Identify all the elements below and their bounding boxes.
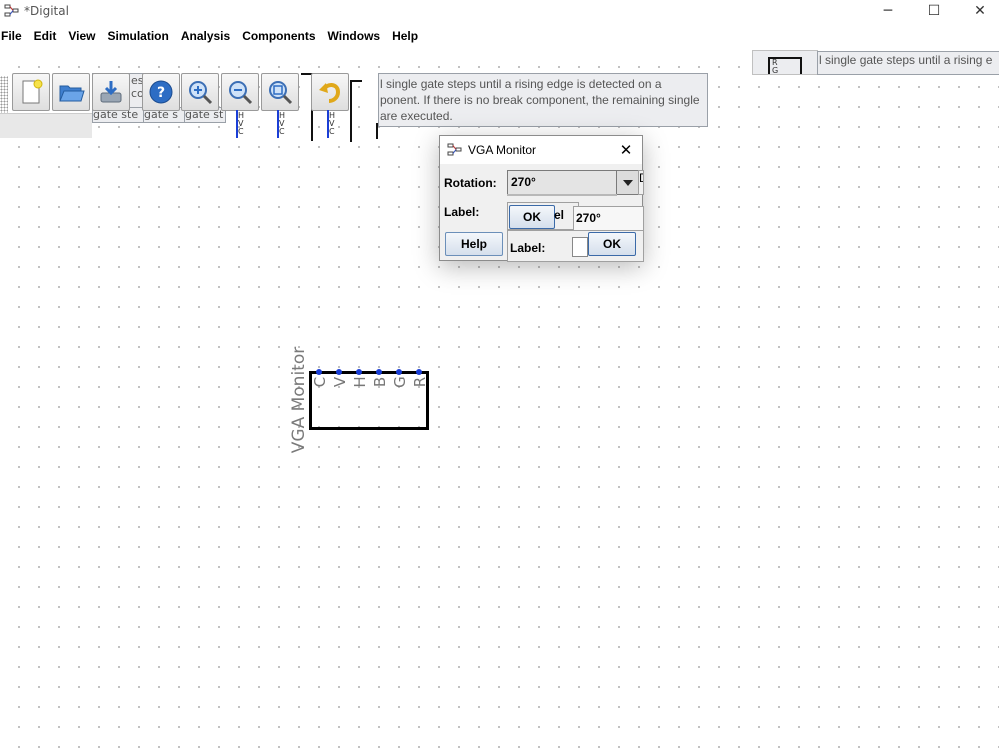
rotation-dropdown-button[interactable] — [616, 170, 639, 195]
pin-label-v: V — [331, 376, 349, 388]
pin-wire — [277, 110, 279, 138]
zoom-fit-button[interactable] — [261, 73, 299, 111]
ghost-input — [572, 237, 588, 257]
mini-vga-component: H V C — [279, 112, 289, 138]
pin-r[interactable] — [416, 369, 422, 375]
ghost-panel: D — [638, 170, 644, 195]
pin-wire — [327, 110, 329, 138]
pin-h[interactable] — [356, 369, 362, 375]
menu-bar: File Edit View Simulation Analysis Compo… — [0, 26, 424, 46]
menu-view[interactable]: View — [62, 26, 101, 46]
tooltip-line: l single gate steps until a rising edge … — [380, 77, 662, 91]
tooltip-fragment-right: l single gate steps until a rising e — [817, 51, 999, 75]
pin-label-g: G — [391, 376, 409, 388]
mini-vga-component: H V C — [238, 112, 248, 138]
menu-file[interactable]: File — [0, 26, 28, 46]
new-file-button[interactable] — [12, 73, 50, 111]
dialog-close-button[interactable]: ✕ — [616, 140, 636, 160]
minimize-button[interactable]: ─ — [865, 0, 911, 22]
save-file-button[interactable] — [92, 73, 130, 111]
menu-help[interactable]: Help — [386, 26, 424, 46]
tooltip-line: ponent. If there is no break component, … — [380, 93, 700, 107]
dialog-title-bar[interactable]: VGA Monitor ✕ — [440, 136, 642, 164]
pin-label: C — [279, 127, 285, 136]
pin-wire — [236, 110, 238, 138]
close-icon: ✕ — [974, 3, 986, 19]
pin-label: G — [772, 66, 779, 75]
minimize-icon: ─ — [883, 3, 893, 19]
chevron-down-icon — [622, 179, 633, 186]
component-label: VGA Monitor — [289, 346, 309, 454]
undo-button[interactable] — [311, 73, 349, 111]
maximize-icon: ☐ — [927, 3, 941, 19]
menu-windows[interactable]: Windows — [322, 26, 387, 46]
help-button[interactable]: ? — [142, 73, 180, 111]
pin-g[interactable] — [396, 369, 402, 375]
tooltip-single-gate-step: l single gate steps until a rising edge … — [378, 73, 708, 127]
zoom-out-icon — [229, 81, 253, 105]
zoom-in-button[interactable] — [181, 73, 219, 111]
menu-simulation[interactable]: Simulation — [101, 26, 174, 46]
svg-text:?: ? — [157, 85, 165, 101]
ok-button[interactable]: OK — [588, 232, 636, 256]
pin-label-c: C — [311, 376, 329, 388]
ghost-label-label: Label: — [510, 241, 546, 255]
rotation-label: Rotation: — [444, 176, 497, 190]
ghost-panel: 270° — [573, 206, 644, 232]
vga-monitor-dialog: VGA Monitor ✕ Rotation: 270° D Label: OK… — [439, 135, 644, 262]
undo-icon — [319, 83, 341, 103]
ghost-rotation-value: 270° — [576, 211, 601, 225]
menu-edit[interactable]: Edit — [28, 26, 63, 46]
close-window-button[interactable]: ✕ — [957, 0, 999, 22]
rotation-value: 270° — [511, 175, 536, 189]
help-icon: ? — [149, 80, 173, 104]
pin-label-r: R — [411, 376, 429, 388]
pin-v[interactable] — [336, 369, 342, 375]
ghost-edge — [507, 194, 617, 196]
title-bar: *Digital ─ ☐ ✕ — [0, 0, 999, 24]
help-button[interactable]: Help — [445, 232, 503, 256]
zoom-out-button[interactable] — [221, 73, 259, 111]
pin-b[interactable] — [376, 369, 382, 375]
pin-label: C — [238, 127, 244, 136]
toolbar-strip — [0, 113, 92, 138]
pin-label: C — [329, 127, 335, 136]
mini-vga-component: H V C — [329, 112, 339, 138]
save-file-icon — [100, 81, 122, 103]
ghost-text: el — [554, 208, 565, 222]
label-label: Label: — [444, 205, 480, 219]
ghost-component: R G — [768, 57, 802, 75]
dialog-title: VGA Monitor — [468, 143, 537, 157]
ghost-ok-button[interactable]: OK — [509, 205, 555, 229]
new-file-icon — [22, 79, 43, 104]
window-title: *Digital — [24, 4, 69, 18]
ghost-component-edge — [350, 80, 362, 142]
zoom-fit-icon — [269, 81, 293, 105]
open-file-button[interactable] — [52, 73, 90, 111]
zoom-in-icon — [189, 81, 213, 105]
tooltip-line: are executed. — [380, 109, 453, 123]
maximize-button[interactable]: ☐ — [911, 0, 957, 22]
open-file-icon — [59, 85, 85, 102]
menu-components[interactable]: Components — [236, 26, 321, 46]
app-icon — [4, 4, 19, 17]
close-icon: ✕ — [619, 142, 633, 159]
pin-label-h: H — [351, 376, 369, 388]
pin-label-b: B — [371, 376, 389, 388]
app-icon — [447, 143, 462, 156]
pin-c[interactable] — [316, 369, 322, 375]
menu-analysis[interactable]: Analysis — [175, 26, 236, 46]
